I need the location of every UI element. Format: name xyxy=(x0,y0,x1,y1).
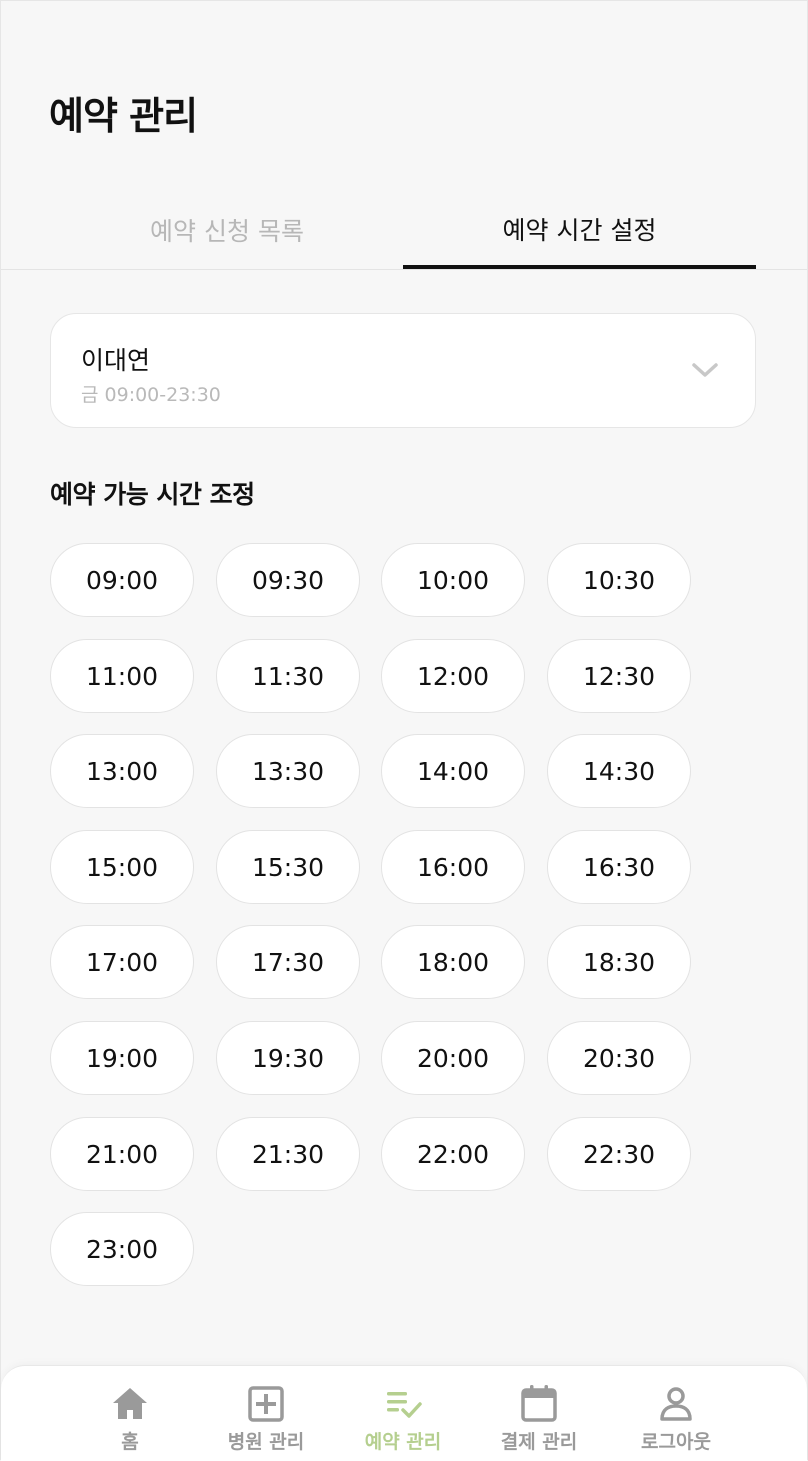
time-slot-button[interactable]: 14:30 xyxy=(547,734,691,808)
app-screen: 예약 관리 예약 신청 목록 예약 시간 설정 이대연 금 09:00-23:3… xyxy=(0,0,808,1461)
tab-reservation-time-settings[interactable]: 예약 시간 설정 xyxy=(403,191,756,269)
nav-label-hospital-management: 병원 관리 xyxy=(227,1431,305,1453)
calendar-icon xyxy=(521,1385,557,1422)
bottom-navigation: 홈 병원 관리 예약 관리 결제 관리 로그아웃 xyxy=(1,1365,807,1461)
nav-label-home: 홈 xyxy=(121,1431,139,1453)
time-slot-button[interactable]: 17:00 xyxy=(50,925,194,999)
time-slot-button[interactable]: 22:30 xyxy=(547,1117,691,1191)
nav-label-reservation-management: 예약 관리 xyxy=(364,1431,442,1453)
time-slot-button[interactable]: 22:00 xyxy=(381,1117,525,1191)
time-slot-button[interactable]: 15:00 xyxy=(50,830,194,904)
time-slot-button[interactable]: 21:00 xyxy=(50,1117,194,1191)
doctor-hours: 금 09:00-23:30 xyxy=(81,384,221,406)
time-slot-button[interactable]: 20:30 xyxy=(547,1021,691,1095)
nav-item-reservation-management[interactable]: 예약 관리 xyxy=(338,1366,468,1461)
nav-item-home[interactable]: 홈 xyxy=(65,1366,195,1461)
time-slot-button[interactable]: 21:30 xyxy=(216,1117,360,1191)
hospital-plus-icon xyxy=(248,1386,284,1422)
time-slot-button[interactable]: 13:00 xyxy=(50,734,194,808)
time-slot-button[interactable]: 11:30 xyxy=(216,639,360,713)
time-slot-button[interactable]: 12:30 xyxy=(547,639,691,713)
chevron-down-icon xyxy=(692,363,718,377)
available-time-section-label: 예약 가능 시간 조정 xyxy=(50,480,255,509)
user-icon xyxy=(660,1387,692,1421)
time-slot-button[interactable]: 10:00 xyxy=(381,543,525,617)
nav-label-payment-management: 결제 관리 xyxy=(500,1431,578,1453)
list-check-icon xyxy=(387,1392,422,1418)
time-slot-button[interactable]: 17:30 xyxy=(216,925,360,999)
nav-item-hospital-management[interactable]: 병원 관리 xyxy=(201,1366,331,1461)
page-title: 예약 관리 xyxy=(49,94,198,138)
tab-bar: 예약 신청 목록 예약 시간 설정 xyxy=(1,191,807,270)
tab-reservation-list[interactable]: 예약 신청 목록 xyxy=(51,191,403,269)
nav-label-logout: 로그아웃 xyxy=(641,1431,711,1453)
time-slot-button[interactable]: 09:00 xyxy=(50,543,194,617)
doctor-select-dropdown[interactable]: 이대연 금 09:00-23:30 xyxy=(50,313,756,428)
time-slot-button[interactable]: 10:30 xyxy=(547,543,691,617)
time-slot-button[interactable]: 15:30 xyxy=(216,830,360,904)
time-slot-button[interactable]: 18:30 xyxy=(547,925,691,999)
time-slot-button[interactable]: 23:00 xyxy=(50,1212,194,1286)
time-slot-button[interactable]: 16:00 xyxy=(381,830,525,904)
nav-item-logout[interactable]: 로그아웃 xyxy=(611,1366,741,1461)
time-slot-button[interactable]: 13:30 xyxy=(216,734,360,808)
doctor-name: 이대연 xyxy=(81,346,151,375)
home-icon xyxy=(113,1388,147,1419)
time-slot-button[interactable]: 19:00 xyxy=(50,1021,194,1095)
time-slot-button[interactable]: 12:00 xyxy=(381,639,525,713)
time-slot-button[interactable]: 20:00 xyxy=(381,1021,525,1095)
time-slot-button[interactable]: 09:30 xyxy=(216,543,360,617)
time-slot-button[interactable]: 19:30 xyxy=(216,1021,360,1095)
time-slot-button[interactable]: 14:00 xyxy=(381,734,525,808)
nav-item-payment-management[interactable]: 결제 관리 xyxy=(474,1366,604,1461)
time-slot-button[interactable]: 11:00 xyxy=(50,639,194,713)
time-slot-button[interactable]: 16:30 xyxy=(547,830,691,904)
time-slot-button[interactable]: 18:00 xyxy=(381,925,525,999)
